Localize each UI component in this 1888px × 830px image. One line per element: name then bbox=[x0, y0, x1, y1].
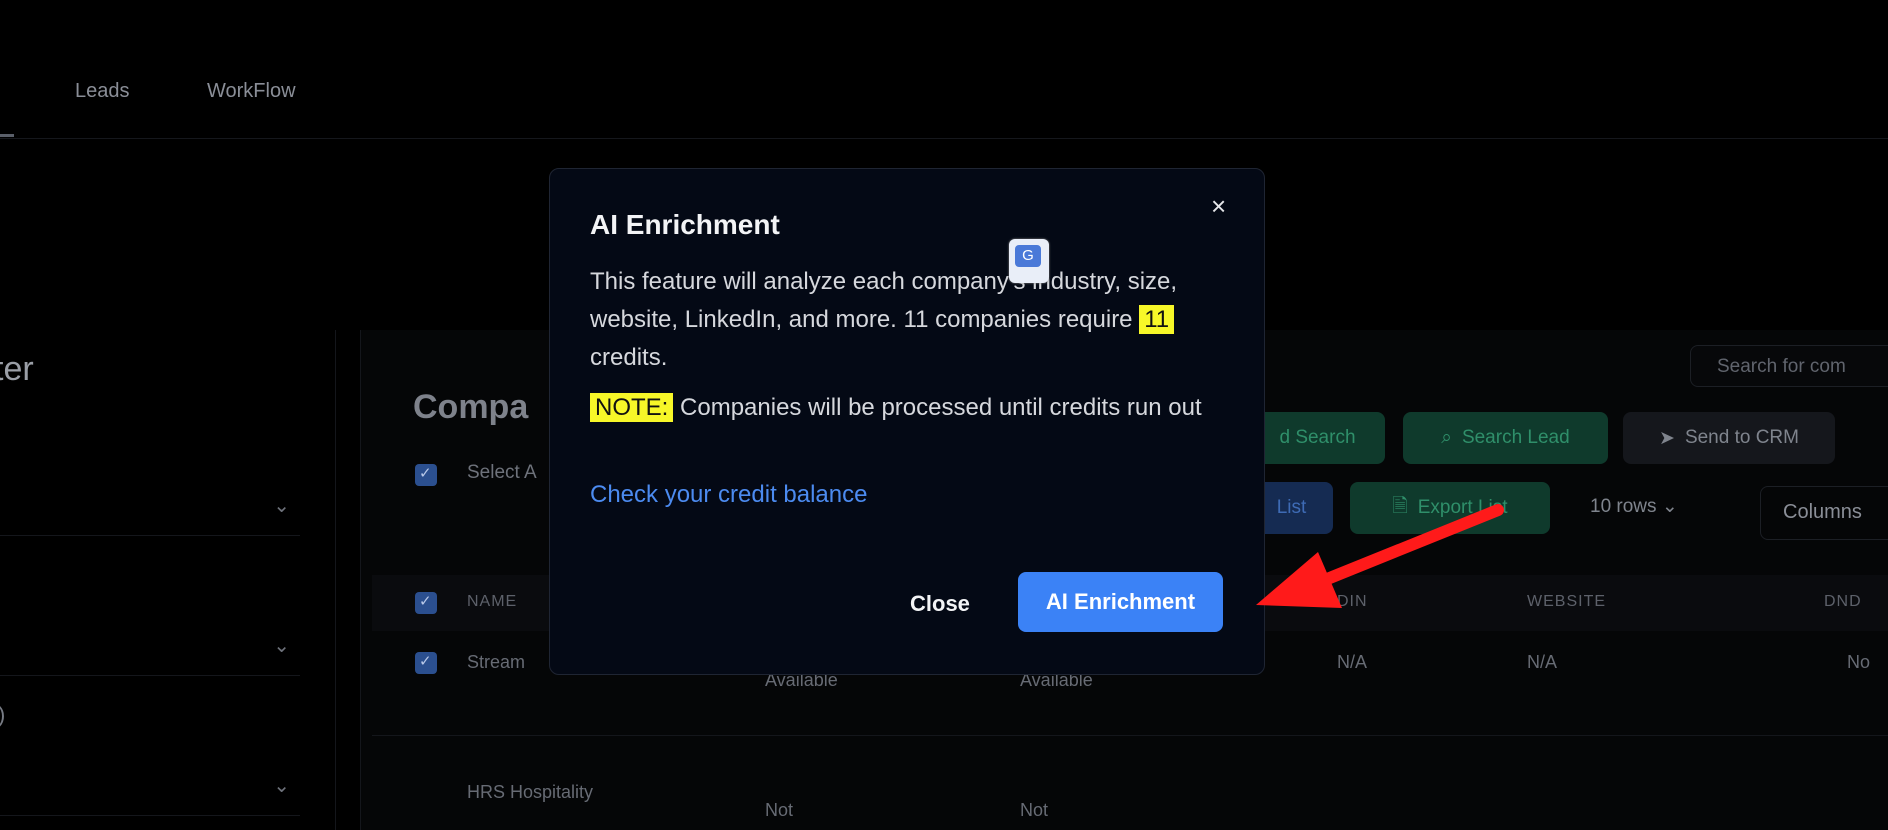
translate-icon[interactable]: G bbox=[1009, 239, 1049, 283]
red-arrow-annotation bbox=[1256, 504, 1504, 608]
chevron-down-icon: ⌄ bbox=[273, 635, 290, 657]
note-label: NOTE: bbox=[590, 393, 674, 422]
dialog-description: This feature will analyze each company's… bbox=[590, 263, 1230, 377]
rows-per-page-select[interactable]: 10 rows ⌄ bbox=[1590, 495, 1678, 518]
tab-workflow[interactable]: WorkFlow bbox=[207, 80, 296, 103]
row-checkbox[interactable] bbox=[415, 652, 437, 674]
dialog-note: NOTE: Companies will be processed until … bbox=[590, 389, 1230, 427]
columns-button[interactable]: Columns bbox=[1760, 486, 1888, 540]
filter-row[interactable]: ⌄ bbox=[0, 755, 300, 816]
search-placeholder: Search for com bbox=[1717, 356, 1846, 377]
filter-row[interactable]: ⌄ bbox=[0, 475, 300, 536]
select-all-label: Select A bbox=[467, 462, 537, 483]
description-text: This feature will analyze each company's… bbox=[590, 268, 1178, 333]
chevron-down-icon: ⌄ bbox=[273, 495, 290, 517]
translate-glyph: G bbox=[1015, 245, 1041, 267]
table-cell: Not bbox=[1020, 800, 1049, 820]
active-tab-indicator bbox=[0, 134, 14, 137]
credits-highlight: 11 bbox=[1139, 305, 1175, 334]
company-name[interactable]: Stream bbox=[467, 652, 525, 673]
arrow-head bbox=[1256, 552, 1342, 608]
ai-enrichment-button[interactable]: AI Enrichment bbox=[1018, 572, 1223, 632]
ai-enrichment-button-label: AI Enrichment bbox=[1045, 589, 1196, 614]
header-checkbox[interactable] bbox=[415, 592, 437, 614]
sidebar-text-fragment: ) bbox=[0, 702, 5, 728]
ai-enrichment-dialog: AI Enrichment × This feature will analyz… bbox=[549, 168, 1265, 675]
column-header-website[interactable]: WEBSITE bbox=[1527, 593, 1606, 611]
table-row[interactable]: HRS Hospitality Not Not bbox=[372, 770, 1888, 830]
send-to-crm-button[interactable]: ➤ Send to CRM bbox=[1623, 412, 1835, 464]
search-icon: ⌕ bbox=[1441, 427, 1452, 448]
column-header-name[interactable]: NAME bbox=[467, 593, 517, 611]
note-text: Companies will be processed until credit… bbox=[680, 394, 1202, 421]
table-cell: No bbox=[1847, 652, 1871, 672]
tab-leads[interactable]: Leads bbox=[75, 80, 130, 103]
filter-row[interactable]: ⌄ bbox=[0, 615, 300, 676]
arrow-shaft bbox=[1294, 504, 1504, 596]
dialog-title: AI Enrichment bbox=[590, 209, 780, 240]
chevron-down-icon: ⌄ bbox=[273, 775, 290, 797]
company-search-input[interactable]: Search for com bbox=[1690, 345, 1888, 387]
table-cell: N/A bbox=[1527, 652, 1558, 672]
close-button[interactable]: Close bbox=[910, 591, 970, 617]
description-text-end: credits. bbox=[590, 344, 668, 371]
close-icon[interactable]: × bbox=[1211, 191, 1226, 222]
load-search-button[interactable]: d Search bbox=[1250, 412, 1385, 464]
section-title: Compa bbox=[413, 388, 529, 426]
column-header-dnd[interactable]: DND bbox=[1824, 593, 1862, 611]
select-all-checkbox[interactable] bbox=[415, 464, 437, 486]
dialog-body: This feature will analyze each company's… bbox=[590, 263, 1230, 427]
company-name[interactable]: HRS Hospitality bbox=[467, 782, 593, 803]
top-nav: Leads WorkFlow bbox=[0, 60, 1888, 139]
check-credit-balance-link[interactable]: Check your credit balance bbox=[590, 481, 867, 509]
table-cell: N/A bbox=[1337, 652, 1368, 672]
search-lead-button[interactable]: ⌕ Search Lead bbox=[1403, 412, 1608, 464]
chevron-down-icon: ⌄ bbox=[1661, 496, 1678, 517]
send-icon: ➤ bbox=[1659, 427, 1675, 449]
sidebar-title: ter bbox=[0, 350, 34, 388]
table-cell: Not bbox=[765, 800, 794, 820]
